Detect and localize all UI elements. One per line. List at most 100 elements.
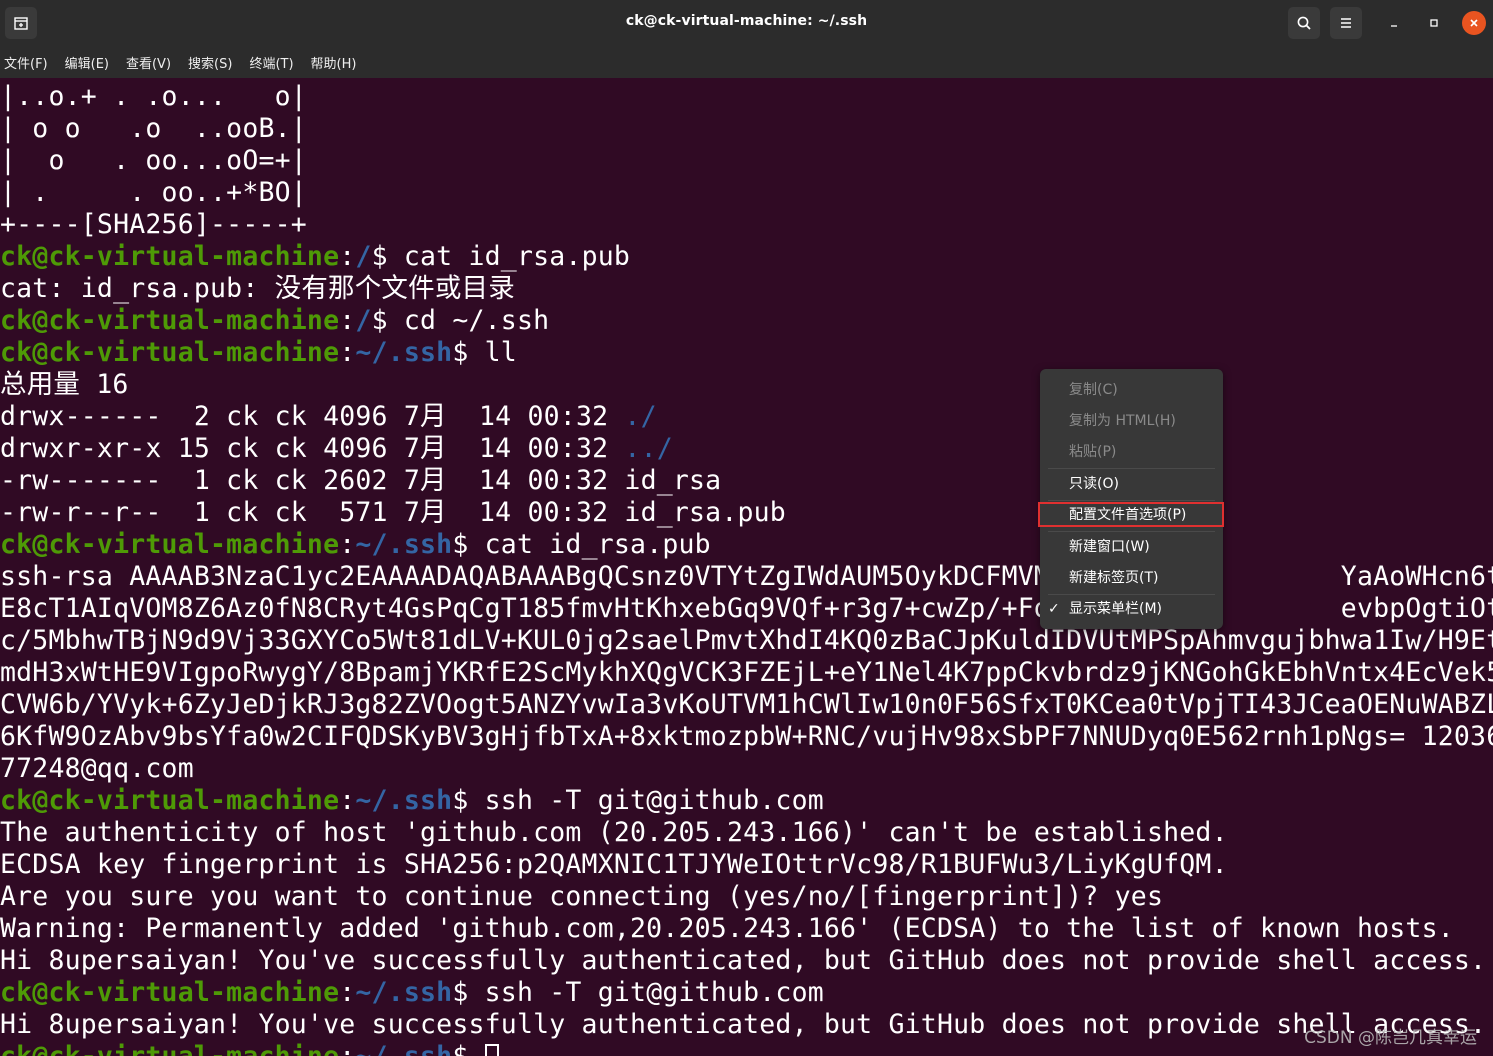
prompt-line: ck@ck-virtual-machine:~/.ssh$ ssh -T git…	[0, 977, 1493, 1009]
title-bar: ck@ck-virtual-machine: ~/.ssh	[0, 0, 1493, 46]
menu-item-show-menubar[interactable]: 显示菜单栏(M)	[1040, 594, 1223, 625]
prompt-colon: :	[339, 1041, 355, 1056]
search-icon	[1297, 16, 1311, 30]
prompt-dollar: $	[452, 1041, 468, 1056]
close-button[interactable]	[1462, 11, 1486, 35]
output-text: |..o.+ . .o... o|	[0, 81, 307, 112]
output-line: | . . oo..+*BO|	[0, 177, 1493, 209]
output-line: ssh-rsa AAAAB3NzaC1yc2EAAAADAQABAAABgQCs…	[0, 561, 1493, 593]
output-text: The authenticity of host 'github.com (20…	[0, 817, 1228, 848]
output-text: ECDSA key fingerprint is SHA256:p2QAMXNI…	[0, 849, 1228, 880]
prompt-colon: :	[339, 241, 356, 272]
menu-item-profile-preferences[interactable]: 配置文件首选项(P)	[1040, 500, 1223, 531]
output-line: |..o.+ . .o... o|	[0, 81, 1493, 113]
output-line: The authenticity of host 'github.com (20…	[0, 817, 1493, 849]
prompt-colon: :	[339, 785, 356, 816]
prompt-dollar: $	[452, 529, 469, 560]
watermark: CSDN @陈岂几真幸运	[1304, 1028, 1477, 1048]
prompt-dollar: $	[452, 337, 469, 368]
search-button[interactable]	[1288, 7, 1320, 39]
command-text: ssh -T git@github.com	[468, 785, 824, 816]
menu-item-copy-html[interactable]: 复制为 HTML(H)	[1040, 406, 1223, 437]
maximize-button[interactable]	[1420, 7, 1448, 39]
terminal-output[interactable]: |..o.+ . .o... o| | o o .o ..ooB.| | o . o…	[0, 81, 1493, 1056]
menu-help[interactable]: 帮助(H)	[311, 53, 357, 72]
output-text: ssh-rsa AAAAB3NzaC1yc2EAAAADAQABAAABgQCs…	[0, 561, 1493, 592]
output-line: | o o .o ..ooB.|	[0, 113, 1493, 145]
prompt-path: /	[355, 241, 372, 272]
prompt-path: /	[355, 305, 372, 336]
command-text: cd ~/.ssh	[387, 305, 550, 336]
prompt-user-host: ck@ck-virtual-machine	[0, 337, 340, 368]
output-line: mdH3xWtHE9VIgpoRwygY/8BpamjYKRfE2ScMykhX…	[0, 657, 1493, 689]
output-line: 6KfW9OzAbv9bsYfa0w2CIFQDSKyBV3gHjfbTxA+8…	[0, 721, 1493, 753]
directory-name: ../	[624, 433, 673, 464]
hamburger-menu-icon	[1341, 18, 1351, 28]
menu-edit[interactable]: 编辑(E)	[65, 53, 109, 72]
output-line: drwxr-xr-x 15 ck ck 4096 7月 14 00:32 ../	[0, 433, 1493, 465]
output-text: drwxr-xr-x 15 ck ck 4096 7月 14 00:32	[0, 433, 625, 464]
prompt-path: ~/.ssh	[355, 977, 453, 1008]
prompt-colon: :	[339, 337, 356, 368]
output-text: 77248@qq.com	[0, 753, 194, 784]
output-text: mdH3xWtHE9VIgpoRwygY/8BpamjYKRfE2ScMykhX…	[0, 657, 1493, 688]
menu-item-copy[interactable]: 复制(C)	[1040, 375, 1223, 406]
prompt-line: ck@ck-virtual-machine:~/.ssh$ ll	[0, 337, 1493, 369]
output-line: ECDSA key fingerprint is SHA256:p2QAMXNI…	[0, 849, 1493, 881]
output-text: | o . oo...oO=+|	[0, 145, 307, 176]
prompt-path: ~/.ssh	[355, 1041, 452, 1056]
menu-item-paste[interactable]: 粘贴(P)	[1040, 437, 1223, 468]
prompt-line: ck@ck-virtual-machine:~/.ssh$	[0, 1041, 1493, 1056]
command-text: ssh -T git@github.com	[468, 977, 824, 1008]
prompt-colon: :	[339, 977, 356, 1008]
minimize-icon	[1391, 25, 1397, 27]
maximize-icon	[1430, 19, 1438, 27]
prompt-user-host: ck@ck-virtual-machine	[0, 785, 340, 816]
prompt-user-host: ck@ck-virtual-machine	[0, 1041, 339, 1056]
prompt-dollar: $	[371, 305, 388, 336]
prompt-user-host: ck@ck-virtual-machine	[0, 305, 340, 336]
output-line: Are you sure you want to continue connec…	[0, 881, 1493, 913]
command-text: cat id_rsa.pub	[387, 241, 631, 272]
menu-terminal[interactable]: 终端(T)	[249, 53, 293, 72]
prompt-line: ck@ck-virtual-machine:/$ cd ~/.ssh	[0, 305, 1493, 337]
prompt-user-host: ck@ck-virtual-machine	[0, 529, 340, 560]
output-line: drwx------ 2 ck ck 4096 7月 14 00:32 ./	[0, 401, 1493, 433]
output-line: | o . oo...oO=+|	[0, 145, 1493, 177]
prompt-line: ck@ck-virtual-machine:~/.ssh$ ssh -T git…	[0, 785, 1493, 817]
output-text: +----[SHA256]-----+	[0, 209, 307, 240]
cursor	[484, 1044, 499, 1056]
menu-bar: 文件(F) 编辑(E) 查看(V) 搜索(S) 终端(T) 帮助(H)	[0, 46, 1493, 78]
output-line: -rw------- 1 ck ck 2602 7月 14 00:32 id_r…	[0, 465, 1493, 497]
output-line: c/5MbhwTBjN9d9Vj33GXYCo5Wt81dLV+KUL0jg2s…	[0, 625, 1493, 657]
command-text: ll	[468, 337, 517, 368]
command-text: cat id_rsa.pub	[468, 529, 711, 560]
prompt-path: ~/.ssh	[355, 337, 453, 368]
output-text: Warning: Permanently added 'github.com,2…	[0, 913, 1454, 944]
command-text	[469, 1041, 485, 1056]
prompt-path: ~/.ssh	[355, 529, 453, 560]
prompt-dollar: $	[452, 977, 469, 1008]
minimize-button[interactable]	[1380, 7, 1408, 39]
prompt-colon: :	[339, 305, 356, 336]
output-text: Hi 8upersaiyan! You've successfully auth…	[0, 1009, 1487, 1040]
menu-file[interactable]: 文件(F)	[4, 53, 48, 72]
prompt-dollar: $	[371, 241, 388, 272]
prompt-line: ck@ck-virtual-machine:~/.ssh$ cat id_rsa…	[0, 529, 1493, 561]
prompt-colon: :	[339, 529, 356, 560]
output-line: 总用量 16	[0, 369, 1493, 401]
menu-item-new-tab[interactable]: 新建标签页(T)	[1040, 563, 1223, 594]
menu-view[interactable]: 查看(V)	[126, 53, 171, 72]
prompt-path: ~/.ssh	[355, 785, 453, 816]
menu-search[interactable]: 搜索(S)	[188, 53, 232, 72]
output-text: -rw------- 1 ck ck 2602 7月 14 00:32 id_r…	[0, 465, 722, 496]
output-text: CVW6b/YVyk+6ZyJeDjkRJ3g82ZVOogt5ANZYvwIa…	[0, 689, 1493, 720]
output-line: +----[SHA256]-----+	[0, 209, 1493, 241]
menu-item-new-window[interactable]: 新建窗口(W)	[1040, 532, 1223, 563]
output-line: -rw-r--r-- 1 ck ck 571 7月 14 00:32 id_rs…	[0, 497, 1493, 529]
output-text: cat: id_rsa.pub: 没有那个文件或目录	[0, 273, 515, 304]
hamburger-menu-button[interactable]	[1330, 7, 1362, 39]
output-line: E8cT1AIqVOM8Z6Az0fN8CRyt4GsPqCgT185fmvHt…	[0, 593, 1493, 625]
prompt-user-host: ck@ck-virtual-machine	[0, 977, 340, 1008]
menu-item-read-only[interactable]: 只读(O)	[1040, 469, 1223, 500]
